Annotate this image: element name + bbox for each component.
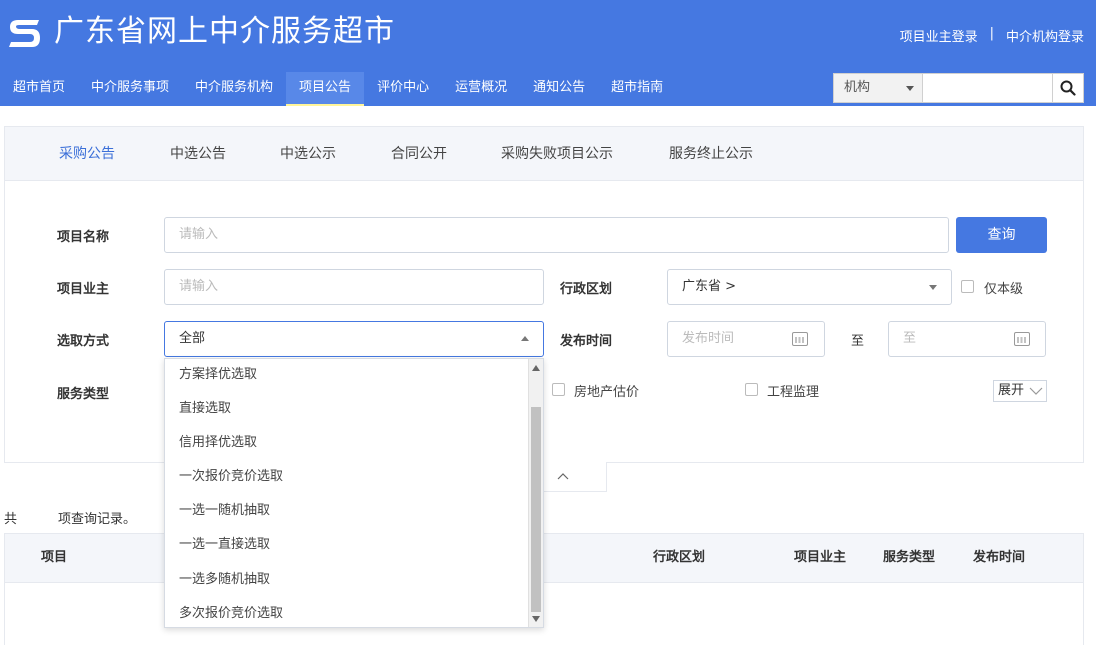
agency-login-link[interactable]: 中介机构登录 <box>1006 26 1084 45</box>
announcement-tabs: 采购公告 中选公告 中选公示 合同公开 采购失败项目公示 服务终止公示 <box>5 127 1083 181</box>
dropdown-option[interactable]: 一选多随机抽取 <box>179 568 270 587</box>
select-method-dropdown: 方案择优选取 直接选取 信用择优选取 一次报价竞价选取 一选一随机抽取 一选一直… <box>164 358 544 628</box>
dropdown-option[interactable]: 方案择优选取 <box>179 363 257 382</box>
select-method-select[interactable]: 全部 <box>164 321 544 357</box>
service-type-option: 工程监理 <box>767 385 820 400</box>
dropdown-option[interactable]: 一选一直接选取 <box>179 533 270 552</box>
nav-item-evaluation[interactable]: 评价中心 <box>364 72 442 106</box>
scroll-up-icon[interactable] <box>532 365 540 371</box>
nav-item-notices[interactable]: 通知公告 <box>520 72 598 106</box>
tab-procurement[interactable]: 采购公告 <box>59 127 115 181</box>
region-select[interactable]: 广东省 > <box>667 269 952 305</box>
login-links: 项目业主登录 | 中介机构登录 <box>900 26 1084 45</box>
dropdown-option[interactable]: 一选一随机抽取 <box>179 499 270 518</box>
region-label: 行政区划 <box>560 282 613 297</box>
project-name-label: 项目名称 <box>57 230 110 245</box>
search-input[interactable] <box>923 73 1053 103</box>
scroll-down-icon[interactable] <box>532 616 540 622</box>
only-level-checkbox[interactable] <box>961 280 974 293</box>
owner-label: 项目业主 <box>57 282 110 297</box>
select-method-value: 全部 <box>179 331 206 346</box>
service-type-checkbox[interactable] <box>745 383 758 396</box>
dropdown-option[interactable]: 信用择优选取 <box>179 431 257 450</box>
tab-contract[interactable]: 合同公开 <box>391 127 447 181</box>
column-project: 项目 <box>41 550 68 565</box>
project-name-input[interactable]: 请输入 <box>164 217 949 253</box>
s-logo-icon[interactable] <box>6 14 44 52</box>
owner-login-link[interactable]: 项目业主登录 <box>900 26 978 45</box>
chevron-down-icon <box>929 285 937 290</box>
main-nav: 超市首页 中介服务事项 中介服务机构 项目公告 评价中心 运营概况 通知公告 超… <box>0 72 676 106</box>
search-button[interactable] <box>1052 73 1084 103</box>
results-count-suffix: 项查询记录。 <box>58 512 137 527</box>
search-category-value: 机构 <box>844 80 871 95</box>
tab-failed-procurement[interactable]: 采购失败项目公示 <box>501 127 613 181</box>
dropdown-option[interactable]: 多次报价竞价选取 <box>179 602 283 621</box>
login-separator: | <box>989 26 994 41</box>
dropdown-scrollbar[interactable] <box>528 359 543 627</box>
column-publish-time: 发布时间 <box>973 550 1026 565</box>
results-count-prefix: 共 <box>4 512 18 527</box>
tab-selection-publicity[interactable]: 中选公示 <box>280 127 336 181</box>
nav-item-guide[interactable]: 超市指南 <box>598 72 676 106</box>
expand-button[interactable]: 展开 <box>993 380 1047 402</box>
search-icon <box>1060 80 1076 96</box>
dropdown-option[interactable]: 直接选取 <box>179 397 231 416</box>
select-method-label: 选取方式 <box>57 334 110 349</box>
nav-item-service-items[interactable]: 中介服务事项 <box>78 72 182 106</box>
nav-item-agencies[interactable]: 中介服务机构 <box>182 72 286 106</box>
nav-item-announcements[interactable]: 项目公告 <box>286 72 365 106</box>
nav-item-home[interactable]: 超市首页 <box>0 72 78 106</box>
query-button[interactable]: 查询 <box>956 217 1047 253</box>
calendar-icon[interactable] <box>1014 332 1030 346</box>
chevron-up-icon <box>521 336 529 341</box>
header: 广东省网上中介服务超市 项目业主登录 | 中介机构登录 超市首页 中介服务事项 … <box>0 0 1096 106</box>
calendar-icon[interactable] <box>792 332 808 346</box>
search-category-select[interactable]: 机构 <box>833 73 923 103</box>
publish-time-end-placeholder: 至 <box>903 331 917 346</box>
chevron-down-icon <box>1029 387 1043 395</box>
service-type-label: 服务类型 <box>57 387 110 402</box>
owner-input[interactable]: 请输入 <box>164 269 544 305</box>
dropdown-scroll-thumb[interactable] <box>531 407 541 612</box>
tab-selection-notice[interactable]: 中选公告 <box>170 127 226 181</box>
service-type-option: 房地产估价 <box>574 385 640 400</box>
chevron-down-icon <box>906 86 914 91</box>
site-title: 广东省网上中介服务超市 <box>54 14 395 49</box>
project-name-placeholder: 请输入 <box>179 227 219 242</box>
region-value: 广东省 > <box>682 279 737 294</box>
expand-label: 展开 <box>998 383 1025 398</box>
publish-time-label: 发布时间 <box>560 334 613 349</box>
to-label: 至 <box>851 334 865 349</box>
publish-time-placeholder: 发布时间 <box>682 331 735 346</box>
column-region: 行政区划 <box>653 550 706 565</box>
service-type-checkbox[interactable] <box>552 383 565 396</box>
column-owner: 项目业主 <box>794 550 847 565</box>
tab-service-termination[interactable]: 服务终止公示 <box>669 127 753 181</box>
column-service-type: 服务类型 <box>883 550 936 565</box>
only-level-label: 仅本级 <box>984 282 1024 297</box>
nav-item-operations[interactable]: 运营概况 <box>442 72 520 106</box>
chevron-up-icon <box>557 473 569 480</box>
owner-placeholder: 请输入 <box>179 279 219 294</box>
dropdown-option[interactable]: 一次报价竞价选取 <box>179 465 283 484</box>
